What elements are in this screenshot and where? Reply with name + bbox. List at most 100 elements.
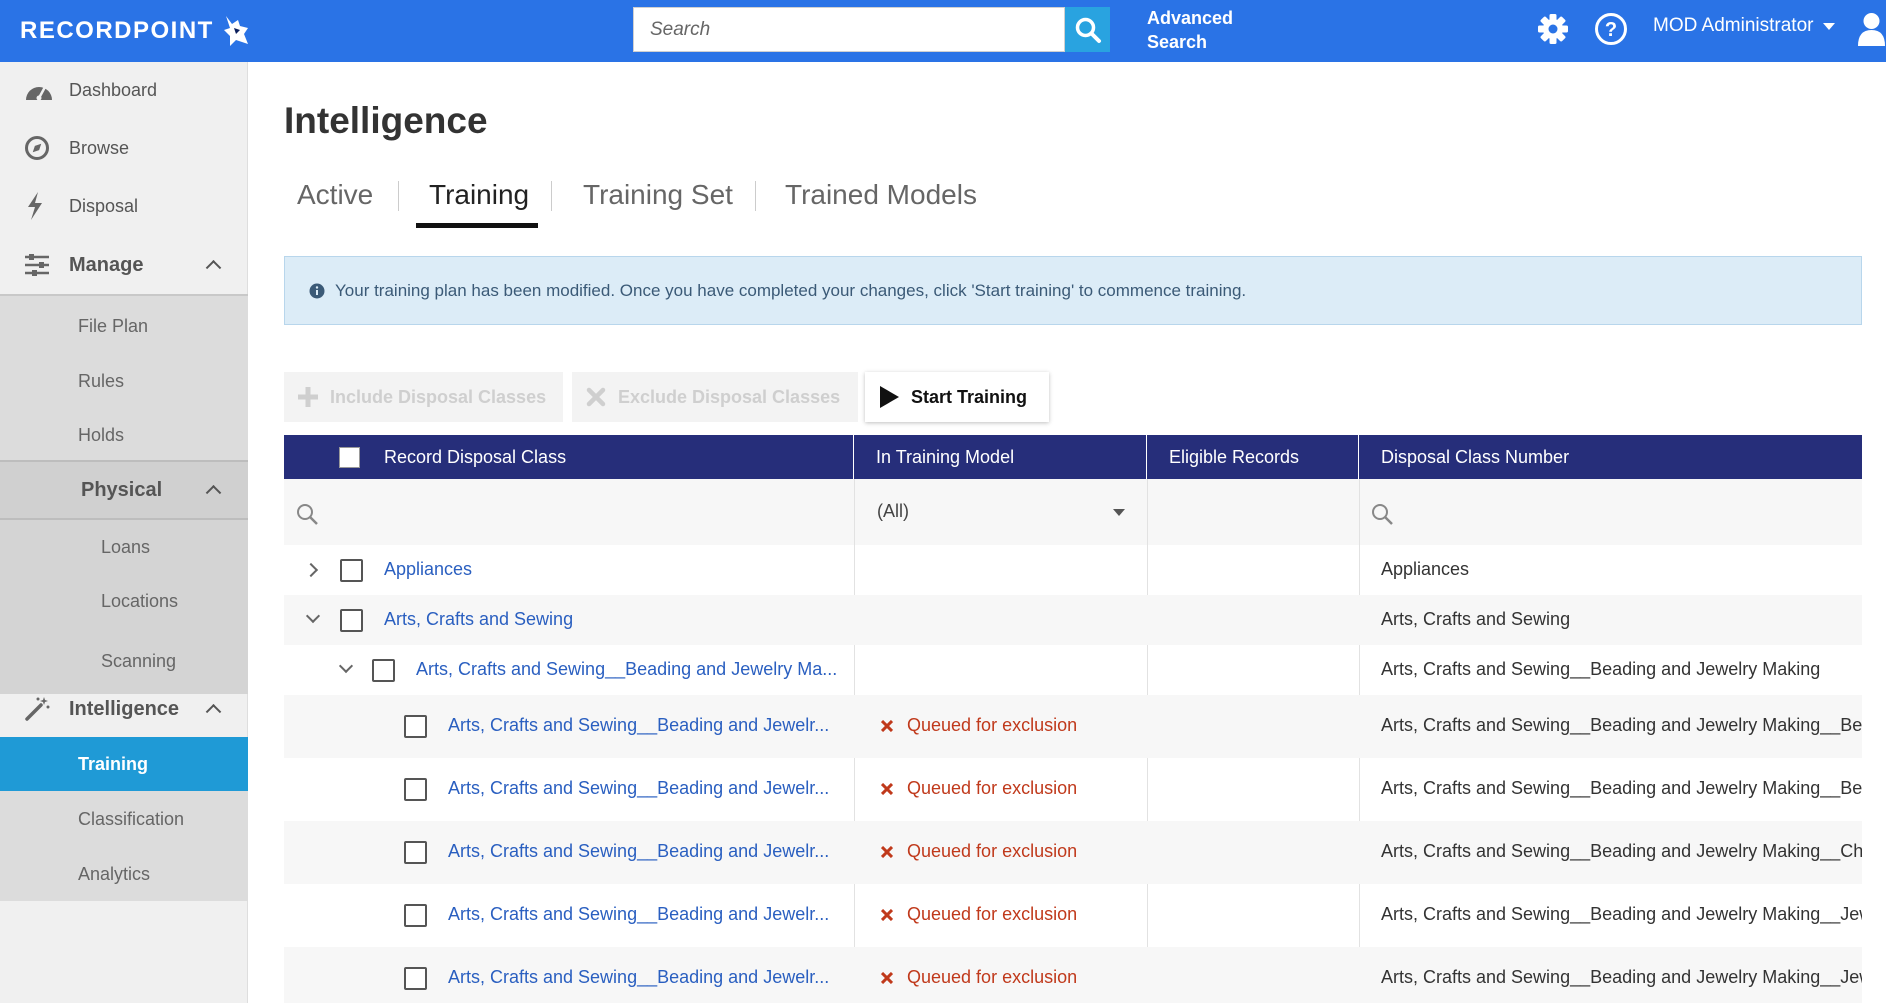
search-icon — [1075, 17, 1101, 43]
sidebar-item-file-plan[interactable]: File Plan — [0, 299, 248, 353]
chevron-down-icon — [1823, 22, 1836, 30]
column-header-disposal-class-number[interactable]: Disposal Class Number — [1359, 435, 1862, 479]
select-all-checkbox[interactable] — [339, 447, 360, 468]
search-icon[interactable] — [1371, 503, 1393, 525]
info-icon — [309, 283, 325, 298]
advanced-search-line2: Search — [1147, 32, 1208, 52]
class-name-link[interactable]: Arts, Crafts and Sewing__Beading and Jew… — [448, 841, 829, 862]
sidebar-item-loans[interactable]: Loans — [0, 520, 248, 574]
sidebar-item-dashboard[interactable]: Dashboard — [0, 62, 248, 118]
user-menu[interactable]: MOD Administrator — [1653, 15, 1836, 37]
user-icon[interactable] — [1857, 12, 1886, 46]
exclude-disposal-classes-button[interactable]: Exclude Disposal Classes — [572, 372, 858, 422]
sidebar-item-analytics[interactable]: Analytics — [0, 847, 248, 901]
expand-icon[interactable] — [303, 562, 319, 578]
tab-training-set[interactable]: Training Set — [583, 179, 733, 211]
table-row[interactable]: Arts, Crafts and Sewing Arts, Crafts and… — [284, 595, 1862, 645]
column-header-eligible-records[interactable]: Eligible Records — [1147, 435, 1359, 479]
info-message: Your training plan has been modified. On… — [335, 280, 1247, 300]
app-logo[interactable]: RECORDPOINT — [20, 14, 252, 48]
browse-icon — [25, 136, 49, 160]
tab-training[interactable]: Training — [429, 179, 529, 211]
table-row[interactable]: Arts, Crafts and Sewing__Beading and Jew… — [284, 821, 1862, 884]
collapse-icon[interactable] — [338, 658, 354, 674]
column-label: Record Disposal Class — [384, 446, 567, 467]
chevron-down-icon — [1113, 509, 1125, 516]
table-row[interactable]: Arts, Crafts and Sewing__Beading and Jew… — [284, 758, 1862, 821]
row-checkbox[interactable] — [404, 841, 427, 864]
class-name-link[interactable]: Appliances — [384, 559, 472, 580]
sidebar-label-physical: Physical — [81, 478, 163, 501]
row-checkbox[interactable] — [404, 967, 427, 990]
sidebar-section-physical[interactable]: Physical — [0, 462, 248, 518]
class-name-link[interactable]: Arts, Crafts and Sewing__Beading and Jew… — [448, 715, 829, 736]
intelligence-icon — [25, 697, 50, 721]
active-tab-indicator — [416, 223, 538, 228]
column-header-in-training-model[interactable]: In Training Model — [854, 435, 1147, 479]
manage-submenu: File Plan Rules Holds Physical Loans Loc… — [0, 296, 248, 694]
status-badge: Queued for exclusion — [881, 841, 1077, 862]
tab-trained-models[interactable]: Trained Models — [785, 179, 977, 211]
table-row[interactable]: Arts, Crafts and Sewing__Beading and Jew… — [284, 884, 1862, 947]
class-name-link[interactable]: Arts, Crafts and Sewing__Beading and Jew… — [448, 904, 829, 925]
sidebar-label-locations: Locations — [101, 590, 179, 611]
disposal-class-grid: Record Disposal Class In Training Model … — [284, 435, 1862, 1003]
status-badge: Queued for exclusion — [881, 715, 1077, 736]
sidebar: Dashboard Browse Disposal Manage File Pl… — [0, 62, 248, 1003]
sidebar-label-loans: Loans — [101, 536, 151, 557]
class-name-link[interactable]: Arts, Crafts and Sewing__Beading and Jew… — [416, 659, 837, 680]
sidebar-label-rules: Rules — [78, 370, 125, 391]
include-disposal-classes-button[interactable]: Include Disposal Classes — [284, 372, 563, 422]
row-checkbox[interactable] — [340, 559, 363, 582]
chevron-up-icon — [205, 703, 222, 720]
gear-icon[interactable] — [1537, 13, 1569, 45]
help-icon[interactable]: ? — [1594, 12, 1628, 46]
search-button[interactable] — [1065, 7, 1110, 52]
sidebar-item-rules[interactable]: Rules — [0, 354, 248, 408]
sidebar-item-training[interactable]: Training — [0, 737, 248, 791]
column-header-record-disposal-class[interactable]: Record Disposal Class — [364, 435, 854, 479]
sidebar-label-browse: Browse — [69, 137, 130, 158]
in-training-model-filter-select[interactable]: (All) — [877, 501, 1125, 522]
table-row[interactable]: Arts, Crafts and Sewing__Beading and Jew… — [284, 947, 1862, 1003]
row-checkbox[interactable] — [404, 904, 427, 927]
sidebar-label-disposal: Disposal — [69, 195, 139, 216]
sidebar-item-holds[interactable]: Holds — [0, 408, 248, 462]
collapse-icon[interactable] — [305, 608, 321, 624]
sidebar-item-browse[interactable]: Browse — [0, 120, 248, 176]
advanced-search-line1: Advanced — [1147, 8, 1234, 28]
class-number: Arts, Crafts and Sewing__Beading and Jew… — [1381, 904, 1862, 924]
sidebar-section-manage[interactable]: Manage — [0, 237, 248, 293]
status-text: Queued for exclusion — [907, 778, 1078, 798]
table-row[interactable]: Arts, Crafts and Sewing__Beading and Jew… — [284, 645, 1862, 695]
status-text: Queued for exclusion — [907, 715, 1078, 735]
dashboard-icon — [26, 86, 52, 101]
search-input[interactable]: Search — [633, 7, 1065, 52]
sidebar-label-training: Training — [78, 753, 149, 774]
table-row[interactable]: Arts, Crafts and Sewing__Beading and Jew… — [284, 695, 1862, 758]
row-checkbox[interactable] — [372, 659, 395, 682]
sidebar-label-dashboard: Dashboard — [69, 79, 158, 100]
row-checkbox[interactable] — [404, 778, 427, 801]
tab-active[interactable]: Active — [297, 179, 373, 211]
start-training-label: Start Training — [911, 386, 1028, 407]
sidebar-item-disposal[interactable]: Disposal — [0, 178, 248, 234]
search-icon[interactable] — [296, 503, 318, 525]
column-label: Disposal Class Number — [1381, 446, 1570, 467]
class-name-link[interactable]: Arts, Crafts and Sewing — [384, 609, 573, 630]
advanced-search-link[interactable]: Advanced Search — [1147, 6, 1233, 54]
class-name-link[interactable]: Arts, Crafts and Sewing__Beading and Jew… — [448, 778, 829, 799]
class-name-link[interactable]: Arts, Crafts and Sewing__Beading and Jew… — [448, 967, 829, 988]
row-checkbox[interactable] — [340, 609, 363, 632]
x-icon — [881, 908, 893, 921]
tab-divider — [551, 181, 552, 211]
status-text: Queued for exclusion — [907, 967, 1078, 987]
tab-divider — [755, 181, 756, 211]
table-row[interactable]: Appliances Appliances — [284, 545, 1862, 595]
sidebar-section-intelligence[interactable]: Intelligence — [0, 681, 248, 737]
start-training-button[interactable]: Start Training — [865, 372, 1049, 422]
sidebar-item-locations[interactable]: Locations — [0, 574, 248, 628]
row-checkbox[interactable] — [404, 715, 427, 738]
class-number: Appliances — [1381, 559, 1470, 579]
sidebar-item-classification[interactable]: Classification — [0, 792, 248, 846]
